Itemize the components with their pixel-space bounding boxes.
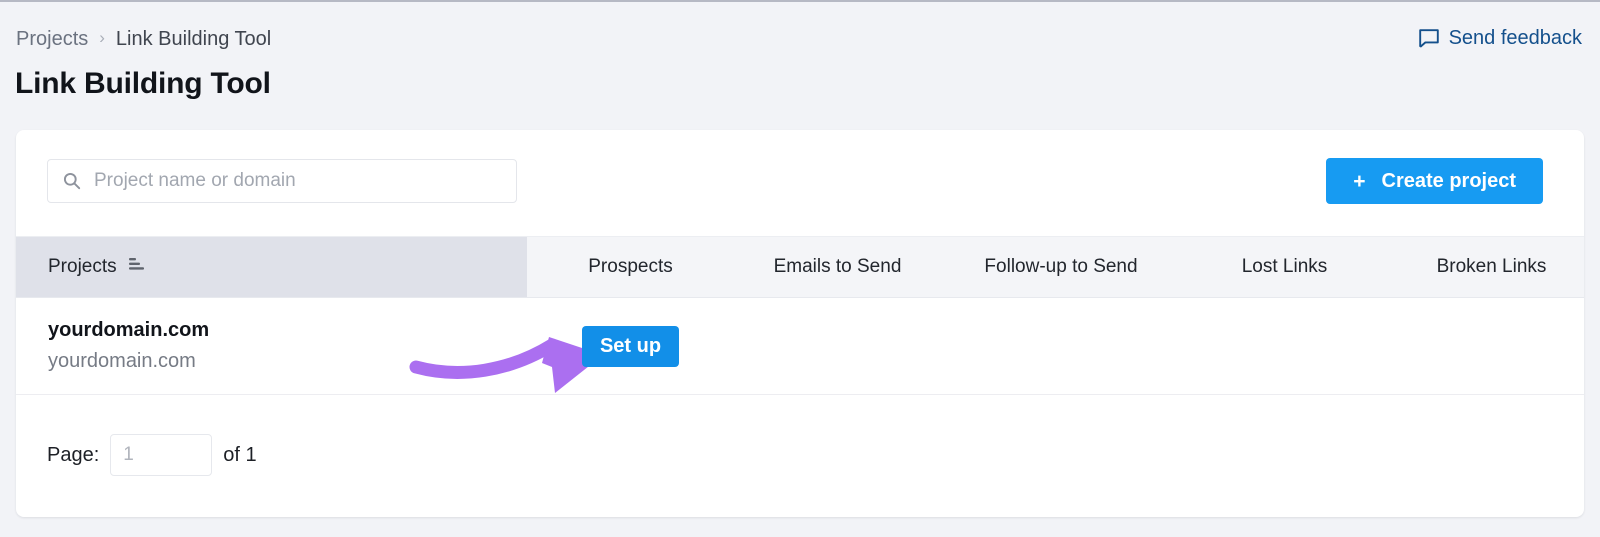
send-feedback-link[interactable]: Send feedback (1418, 25, 1582, 51)
page-total-label: of 1 (223, 443, 257, 466)
chevron-right-icon: › (99, 28, 105, 47)
column-header-broken-links-label: Broken Links (1436, 256, 1547, 277)
page-title: Link Building Tool (15, 67, 271, 100)
column-header-follow-up-to-send[interactable]: Follow-up to Send (941, 237, 1181, 297)
project-name[interactable]: yourdomain.com (48, 317, 527, 344)
create-project-label: Create project (1381, 169, 1517, 192)
column-header-lost-links-label: Lost Links (1241, 256, 1328, 277)
column-header-emails-to-send-label: Emails to Send (773, 256, 902, 277)
column-header-prospects[interactable]: Prospects (527, 237, 734, 297)
project-domain: yourdomain.com (48, 350, 196, 372)
table-header-row: Projects Prospects Emails to Send Follow… (16, 236, 1584, 298)
page-label: Page: (47, 443, 100, 466)
breadcrumb-link-projects[interactable]: Projects (16, 26, 88, 52)
column-header-projects[interactable]: Projects (16, 237, 527, 297)
search-icon (62, 171, 82, 191)
send-feedback-label: Send feedback (1448, 27, 1582, 49)
page-header: Projects › Link Building Tool Link Build… (0, 0, 1600, 128)
project-cell: yourdomain.com yourdomain.com (16, 317, 527, 375)
projects-card: + Create project Projects Prospects Emai… (16, 130, 1584, 517)
breadcrumb-current: Link Building Tool (115, 28, 272, 50)
create-project-button[interactable]: + Create project (1326, 158, 1543, 204)
sort-icon (127, 256, 145, 278)
speech-bubble-icon (1418, 27, 1440, 49)
page-number-input[interactable] (110, 434, 213, 476)
search-box[interactable] (47, 159, 517, 203)
setup-cell: Set up (527, 325, 734, 367)
plus-icon: + (1353, 169, 1366, 193)
column-header-emails-to-send[interactable]: Emails to Send (734, 237, 941, 297)
column-header-projects-label: Projects (48, 256, 117, 277)
breadcrumb: Projects › Link Building Tool (16, 26, 271, 52)
column-header-prospects-label: Prospects (588, 256, 673, 277)
column-header-lost-links[interactable]: Lost Links (1181, 237, 1388, 297)
search-input[interactable] (94, 170, 502, 192)
pagination: Page: of 1 (16, 395, 1584, 515)
set-up-button[interactable]: Set up (581, 325, 680, 367)
column-header-follow-up-to-send-label: Follow-up to Send (984, 256, 1138, 277)
card-toolbar: + Create project (16, 130, 1584, 236)
table-row: yourdomain.com yourdomain.com Set up (16, 298, 1584, 395)
column-header-broken-links[interactable]: Broken Links (1388, 237, 1584, 297)
